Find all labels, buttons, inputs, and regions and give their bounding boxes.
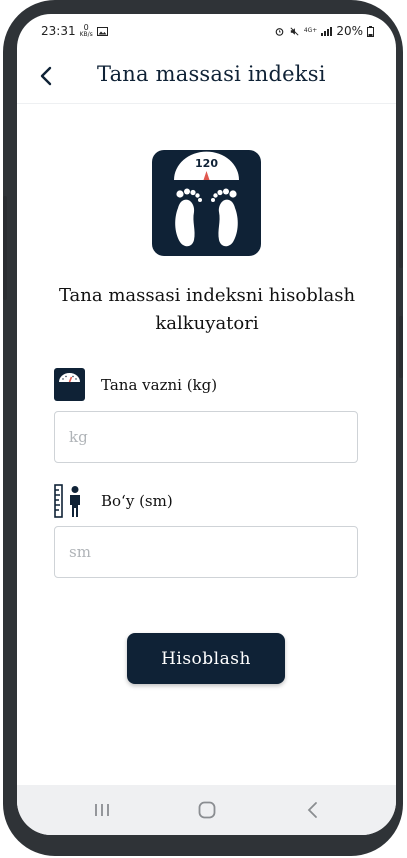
alarm-icon xyxy=(275,27,284,36)
side-button-right-upper xyxy=(399,220,403,268)
scale-reading: 120 xyxy=(195,157,218,170)
height-input[interactable] xyxy=(54,526,358,578)
battery-icon xyxy=(367,25,374,37)
side-button-left xyxy=(3,196,7,300)
system-nav-bar xyxy=(17,785,396,835)
status-left: 23:31 0 KB/s xyxy=(41,24,108,38)
page-title: Tana massasi indeksi xyxy=(97,62,326,86)
gallery-notification-icon xyxy=(96,26,108,36)
battery-percent: 20% xyxy=(336,24,363,38)
status-bar: 23:31 0 KB/s 4G+ 20% xyxy=(17,14,396,48)
recents-icon[interactable] xyxy=(89,797,115,823)
signal-icon xyxy=(321,26,333,36)
status-right: 4G+ 20% xyxy=(274,24,374,38)
bathroom-scale-icon: 120 xyxy=(152,150,261,256)
scale-icon xyxy=(54,368,85,401)
calculator-heading: Tana massasi indeksni hisoblash kalkuyat… xyxy=(58,285,356,334)
phone-frame: 23:31 0 KB/s 4G+ 20% Tana massasi indeks… xyxy=(3,0,403,856)
mute-icon xyxy=(290,26,299,36)
calculate-button[interactable]: Hisoblash xyxy=(127,633,285,684)
height-label: Bo‘y (sm) xyxy=(101,492,173,510)
signal-type: 4G+ xyxy=(303,27,318,34)
back-icon[interactable] xyxy=(300,797,326,823)
screen: 23:31 0 KB/s 4G+ 20% Tana massasi indeks… xyxy=(17,14,396,835)
home-icon[interactable] xyxy=(194,797,220,823)
weight-label: Tana vazni (kg) xyxy=(101,375,218,394)
arrow-left-icon[interactable] xyxy=(35,64,59,88)
net-speed: 0 KB/s xyxy=(80,24,93,38)
height-label-row: Bo‘y (sm) xyxy=(54,484,173,518)
height-ruler-person-icon xyxy=(54,484,80,518)
app-bar: Tana massasi indeksi xyxy=(17,48,396,104)
weight-label-row: Tana vazni (kg) xyxy=(54,368,217,401)
weight-input[interactable] xyxy=(54,411,358,463)
net-speed-unit: KB/s xyxy=(79,31,93,38)
status-time: 23:31 xyxy=(41,24,76,38)
side-button-right-lower xyxy=(399,316,403,378)
